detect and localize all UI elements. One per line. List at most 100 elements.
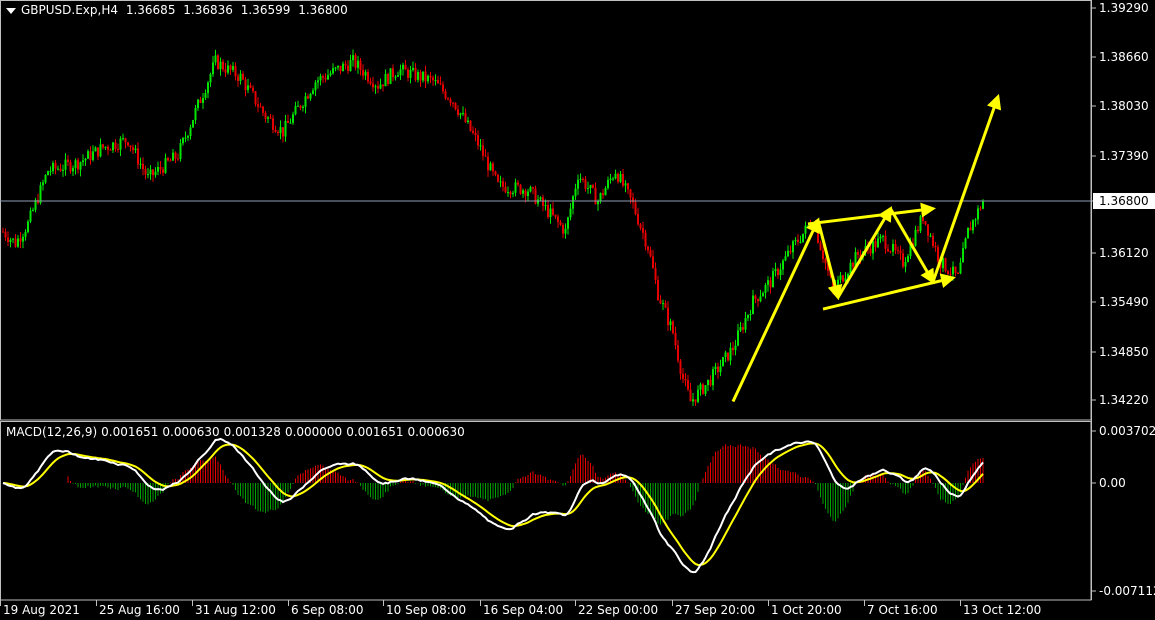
candle-body [467,120,469,122]
candle-body [757,298,759,302]
candle-body [424,71,427,82]
candle-body [7,237,9,242]
candle-body [579,178,582,180]
chart-header: GBPUSD.Exp,H4 1.36685 1.36836 1.36599 1.… [6,3,352,17]
candle-body [924,221,927,225]
candle-body [157,167,159,172]
candle-body [767,280,769,285]
candle-body [222,61,224,70]
candle-body [459,113,462,115]
candle-body [869,248,872,254]
candle-body [344,63,347,66]
candle-body [22,236,24,242]
candle-body [809,225,812,228]
candle-body [159,167,162,170]
macd-tick-label: -0.007112 [1099,584,1155,598]
candle-body [489,163,492,171]
candle-body [874,241,877,248]
candle-body [712,369,714,386]
candle-body [709,379,712,386]
candle-body [679,360,682,374]
candle-body [219,61,222,70]
candle-body [52,162,54,172]
candle-body [464,112,467,122]
candle-body [244,79,247,91]
candle-body [329,73,332,76]
candle-body [727,352,729,361]
candle-body [542,197,544,206]
macd-tick-label: 0.00 [1099,476,1126,490]
candle-body [722,357,724,367]
menu-triangle-icon[interactable] [6,7,16,14]
candle-body [404,64,407,70]
candle-body [174,152,177,159]
candle-body [129,145,132,148]
candle-body [519,184,522,194]
macd-value-4: 0.000000 [284,425,343,439]
candle-body [44,175,47,183]
candle-body [454,102,457,110]
candle-body [409,69,412,78]
candle-body [774,269,777,272]
candle-body [269,117,272,119]
candle-body [389,68,392,84]
candle-body [644,232,647,247]
candle-body [974,219,977,221]
candle-body [822,250,824,259]
candle-body [354,55,357,68]
candle-body [289,122,292,124]
candle-body [377,86,379,89]
candle-body [657,279,659,301]
candle-body [782,260,784,270]
candle-body [689,389,692,402]
candle-body [457,109,459,115]
candle-body [177,158,179,160]
close-value: 1.36800 [298,3,348,17]
candle-body [82,160,84,163]
candle-body [652,256,654,269]
trend-arrow-3 [836,206,893,299]
candle-body [669,321,672,326]
candle-body [654,268,657,280]
candle-body [744,318,747,330]
candle-body [769,280,772,288]
candle-body [959,262,962,274]
candle-body [12,238,14,240]
candle-body [237,76,239,81]
candle-body [614,173,617,179]
candle-body [734,345,737,351]
candle-body [267,117,269,119]
candle-body [492,163,494,172]
candle-body [487,156,489,171]
candle-body [412,67,414,70]
candle-body [562,224,564,234]
candle-body [672,321,674,334]
candle-body [99,144,102,157]
candle-body [359,60,362,70]
candle-body [57,168,59,170]
candle-body [277,132,279,134]
time-tick-label: 19 Aug 2021 [3,603,80,617]
candle-body [937,247,939,262]
candle-body [509,192,512,195]
candle-body [629,189,632,198]
candle-body [932,235,934,247]
candle-body [639,224,642,228]
candle-body [584,179,587,189]
price-pane [0,0,1092,421]
candle-body [787,250,789,257]
candle-body [879,236,882,239]
candle-body [707,379,709,386]
candle-body [367,72,369,82]
time-axis: 19 Aug 2021 25 Aug 16:00 31 Aug 12:00 6 Sep… [0,600,1041,617]
candle-body [687,380,689,390]
candle-body [567,217,569,229]
candle-body [317,80,319,83]
candle-body [559,221,562,225]
time-tick-label: 6 Sep 08:00 [291,603,363,617]
candle-body [374,86,377,88]
candle-body [784,256,787,261]
candle-body [794,239,797,242]
candle-body [337,65,339,68]
candle-body [694,399,697,402]
